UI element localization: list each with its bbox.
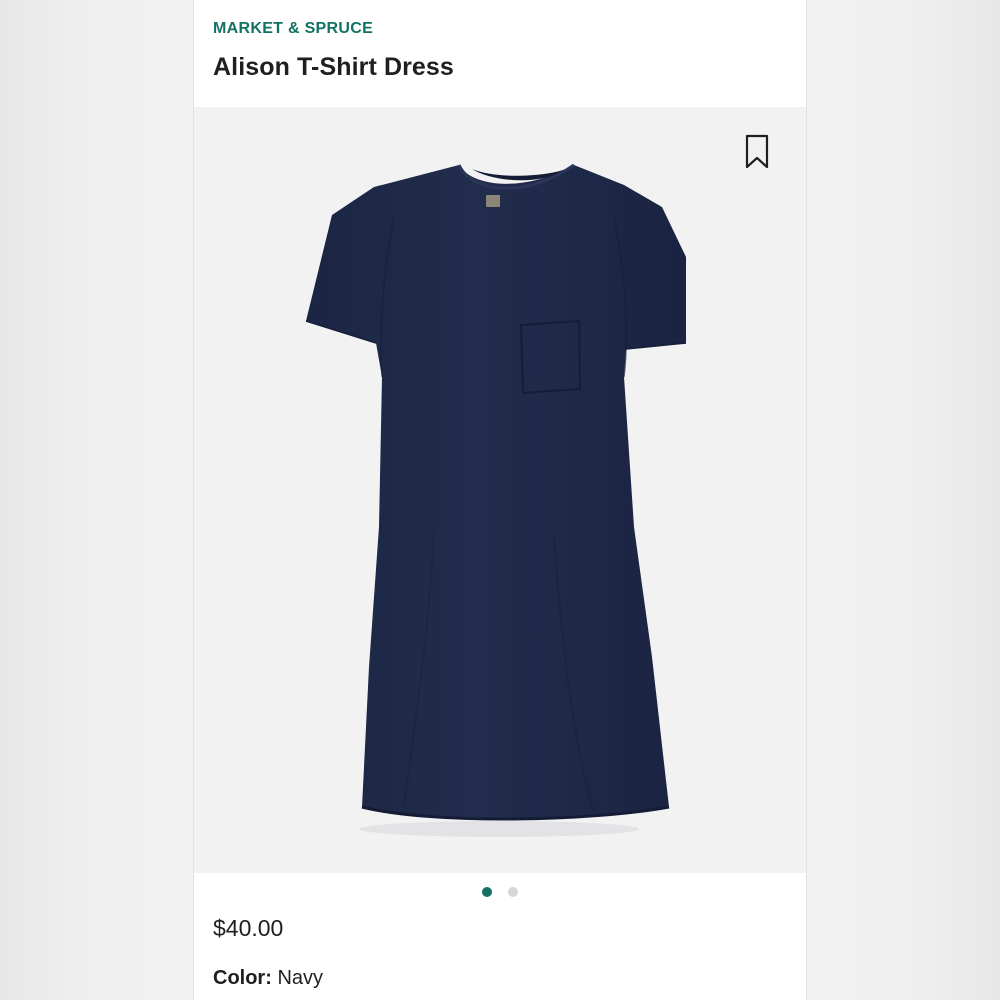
carousel-dot-2[interactable] bbox=[508, 887, 518, 897]
bookmark-icon[interactable] bbox=[744, 134, 770, 170]
carousel-dot-1[interactable] bbox=[482, 887, 492, 897]
product-image-carousel[interactable] bbox=[194, 107, 806, 873]
color-label: Color: bbox=[213, 967, 272, 989]
product-image[interactable] bbox=[194, 107, 806, 873]
product-title: Alison T-Shirt Dress bbox=[213, 53, 454, 81]
color-value: Navy bbox=[277, 967, 324, 989]
product-price: $40.00 bbox=[213, 915, 284, 941]
background-right bbox=[807, 0, 1000, 1000]
color-info: Color: Navy bbox=[213, 967, 323, 990]
background-left bbox=[0, 0, 193, 1000]
product-card: MARKET & SPRUCE Alison T-Shirt Dress $40… bbox=[193, 0, 807, 1000]
brand-name[interactable]: MARKET & SPRUCE bbox=[213, 20, 373, 38]
carousel-pagination bbox=[194, 887, 806, 897]
